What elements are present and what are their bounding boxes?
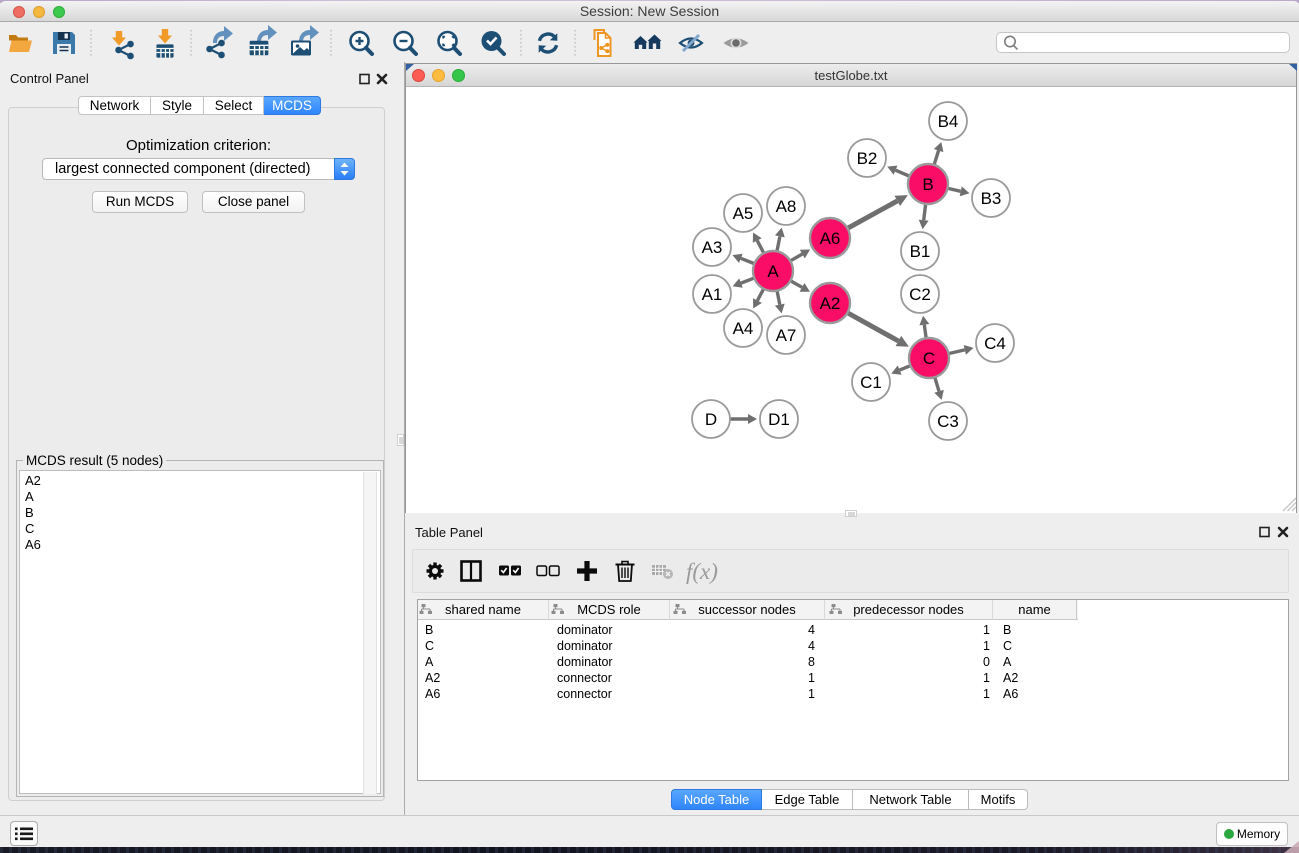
svg-text:A5: A5 (733, 204, 754, 223)
svg-text:C2: C2 (909, 285, 931, 304)
svg-text:D1: D1 (768, 410, 790, 429)
svg-text:B2: B2 (857, 149, 878, 168)
svg-text:A4: A4 (733, 319, 754, 338)
svg-text:C: C (923, 349, 935, 368)
svg-text:A8: A8 (776, 197, 797, 216)
svg-text:C4: C4 (984, 334, 1006, 353)
svg-text:C1: C1 (860, 373, 882, 392)
svg-text:A7: A7 (776, 326, 797, 345)
svg-text:C3: C3 (937, 412, 959, 431)
svg-text:A: A (767, 262, 779, 281)
svg-text:B1: B1 (910, 242, 931, 261)
svg-text:B: B (922, 175, 933, 194)
svg-text:B3: B3 (981, 189, 1002, 208)
svg-text:A6: A6 (820, 229, 841, 248)
svg-text:A2: A2 (820, 294, 841, 313)
svg-text:A1: A1 (702, 285, 723, 304)
svg-text:D: D (705, 410, 717, 429)
svg-text:A3: A3 (702, 238, 723, 257)
svg-text:f(x): f(x) (686, 559, 718, 584)
svg-text:B4: B4 (938, 112, 959, 131)
